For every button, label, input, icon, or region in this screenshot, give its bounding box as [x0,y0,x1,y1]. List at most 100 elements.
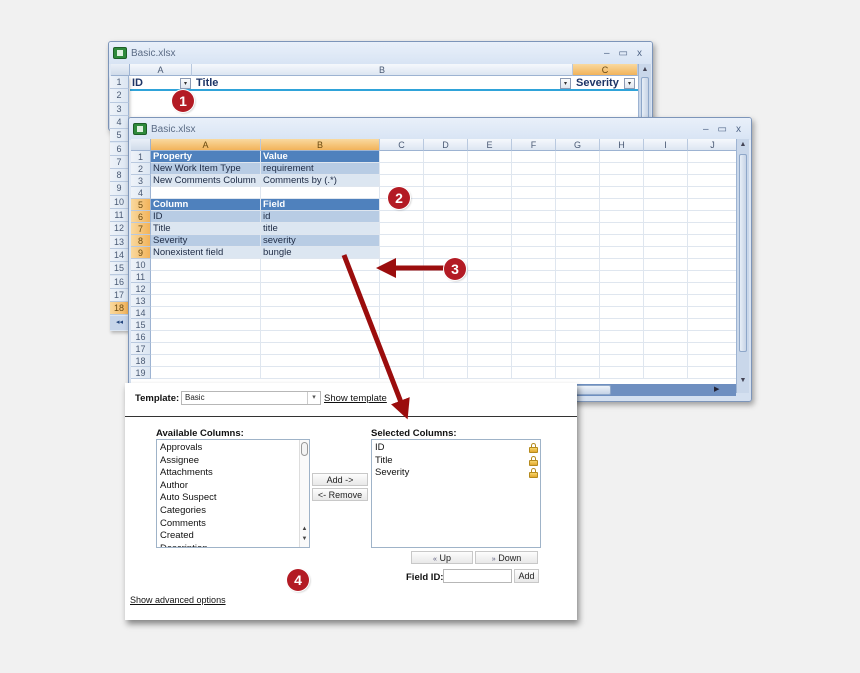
empty-cell[interactable] [380,223,424,235]
column-header-f[interactable]: F [512,139,556,151]
empty-cell[interactable] [600,259,644,271]
row-header[interactable]: 2 [110,89,129,103]
row-header[interactable]: 15 [131,319,151,331]
row-header[interactable]: 5 [110,129,129,143]
empty-cell[interactable] [261,367,380,379]
row-header[interactable]: 4 [110,115,129,130]
empty-cell[interactable] [556,223,600,235]
available-column-item[interactable]: Approvals [157,442,309,455]
empty-cell[interactable] [261,271,380,283]
empty-cell[interactable] [468,331,512,343]
empty-cell[interactable] [688,187,738,199]
close-button[interactable]: x [637,48,642,59]
filter-dropdown-severity[interactable]: ▾ [624,78,635,89]
row-header[interactable]: 11 [110,209,129,223]
empty-cell[interactable] [468,259,512,271]
template-select[interactable]: Basic ▾ [181,391,321,405]
empty-cell[interactable] [512,331,556,343]
row-header[interactable]: 13 [131,295,151,307]
front-vertical-scrollbar[interactable]: ▲ ▼ [736,139,749,393]
empty-cell[interactable] [468,199,512,211]
empty-cell[interactable] [424,331,468,343]
empty-cell[interactable] [424,211,468,223]
select-all-corner[interactable] [131,139,151,151]
empty-cell[interactable] [644,271,688,283]
available-column-item[interactable]: Created [157,530,309,543]
empty-cell[interactable] [600,307,644,319]
column-header-d[interactable]: D [424,139,468,151]
empty-cell[interactable] [644,175,688,187]
empty-cell[interactable] [556,319,600,331]
empty-cell[interactable] [600,319,644,331]
sheet-nav-first-button[interactable]: ◂◂ [110,316,129,330]
empty-cell[interactable] [424,199,468,211]
show-advanced-options-link[interactable]: Show advanced options [130,595,226,605]
empty-cell[interactable] [468,367,512,379]
cell-column-a[interactable]: Property [151,151,261,163]
row-header[interactable]: 12 [110,222,129,236]
empty-cell[interactable] [468,223,512,235]
empty-cell[interactable] [688,295,738,307]
selected-column-item[interactable]: Title [372,455,540,468]
available-column-item[interactable]: Assignee [157,455,309,468]
empty-cell[interactable] [600,247,644,259]
column-header-j[interactable]: J [688,139,738,151]
row-header[interactable]: 12 [131,283,151,295]
row-header[interactable]: 9 [131,247,151,259]
empty-cell[interactable] [380,331,424,343]
row-header[interactable]: 1 [131,151,151,163]
column-header-a[interactable]: A [151,139,261,151]
row-header[interactable]: 18 [131,355,151,367]
column-header-a[interactable]: A [130,64,192,76]
empty-cell[interactable] [468,283,512,295]
empty-cell[interactable] [644,319,688,331]
empty-cell[interactable] [556,247,600,259]
empty-cell[interactable] [644,247,688,259]
cell-column-a[interactable]: Severity [151,235,261,247]
cell-column-a[interactable]: New Work Item Type [151,163,261,175]
cell-column-b[interactable]: severity [261,235,380,247]
empty-cell[interactable] [688,175,738,187]
empty-cell[interactable] [600,175,644,187]
empty-cell[interactable] [424,163,468,175]
empty-cell[interactable] [512,295,556,307]
cell-column-b[interactable]: title [261,223,380,235]
empty-cell[interactable] [688,343,738,355]
maximize-button[interactable]: ▭ [718,124,727,135]
row-header[interactable]: 13 [110,235,129,249]
empty-cell[interactable] [556,367,600,379]
empty-cell[interactable] [468,211,512,223]
row-header[interactable]: 16 [110,275,129,289]
empty-cell[interactable] [688,283,738,295]
empty-cell[interactable] [644,367,688,379]
empty-cell[interactable] [424,175,468,187]
cell-column-b[interactable]: Comments by (.*) [261,175,380,187]
empty-cell[interactable] [512,175,556,187]
selected-columns-list[interactable]: ID Title Severity [371,439,541,548]
empty-cell[interactable] [468,295,512,307]
empty-cell[interactable] [261,307,380,319]
empty-cell[interactable] [556,151,600,163]
empty-cell[interactable] [600,295,644,307]
row-header[interactable]: 16 [131,331,151,343]
row-header[interactable]: 8 [110,169,129,183]
row-header[interactable]: 6 [110,142,129,156]
empty-cell[interactable] [512,199,556,211]
cell-column-b[interactable]: Value [261,151,380,163]
empty-cell[interactable] [600,343,644,355]
empty-cell[interactable] [644,223,688,235]
empty-cell[interactable] [151,271,261,283]
empty-cell[interactable] [468,247,512,259]
empty-cell[interactable] [151,319,261,331]
empty-cell[interactable] [468,319,512,331]
empty-cell[interactable] [424,151,468,163]
empty-cell[interactable] [688,235,738,247]
empty-cell[interactable] [512,319,556,331]
move-down-button[interactable]: » Down [475,551,538,564]
empty-cell[interactable] [151,355,261,367]
empty-cell[interactable] [600,187,644,199]
empty-cell[interactable] [688,151,738,163]
row-header[interactable]: 19 [131,367,151,379]
empty-cell[interactable] [556,307,600,319]
row-header[interactable]: 17 [131,343,151,355]
